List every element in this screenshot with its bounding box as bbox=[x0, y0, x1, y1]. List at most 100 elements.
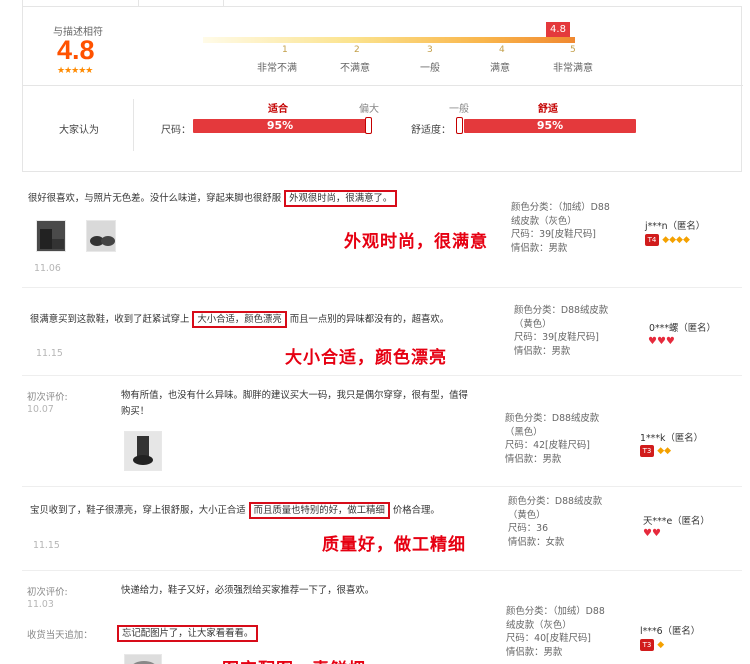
reviewer-badges: ♥♥ bbox=[643, 528, 661, 540]
reviewer-name[interactable]: j***n（匿名） bbox=[645, 218, 705, 232]
reviewer-badges: T3 ◆◆ bbox=[640, 445, 671, 457]
size-meter-handle bbox=[365, 117, 372, 134]
sku-attr: 颜色分类：（加绒）D88 bbox=[506, 606, 605, 617]
reviewer-name[interactable]: 0***螺（匿名） bbox=[649, 320, 716, 334]
review-text: 很好很喜欢，与照片无色差。没什么味道，穿起来脚也很舒服 外观很时尚，很满意了。 bbox=[28, 190, 468, 207]
review-text-body: 很好很喜欢，与照片无色差。没什么味道，穿起来脚也很舒服 bbox=[28, 193, 282, 204]
rating-score: 4.8 bbox=[57, 35, 95, 65]
comfort-avg-word: 一般 bbox=[449, 104, 469, 115]
comfort-meter-handle bbox=[456, 117, 463, 134]
review-photo-thumb[interactable] bbox=[124, 654, 162, 664]
sku-attr: 尺码：39[皮鞋尺码] bbox=[511, 229, 596, 240]
shoe-photo-icon bbox=[133, 661, 155, 664]
reviewer-badges: T4 ◆◆◆◆ bbox=[645, 234, 690, 246]
scale-num: 5 bbox=[570, 45, 576, 55]
review-text: 物有所值，也没有什么异味。脚胖的建议买大一码，我只是偶尔穿穿，很有型，值得购买！ bbox=[121, 390, 468, 417]
reviewer-badges: ♥♥♥ bbox=[648, 336, 675, 348]
rating-panel: 与描述相符 4.8 ★★★★★ 4.8 1 2 3 4 5 非常不满 不满意 一… bbox=[22, 7, 743, 172]
highlight-box: 大小合适，颜色漂亮 bbox=[192, 311, 287, 328]
scale-num: 1 bbox=[282, 45, 288, 55]
score-flag: 4.8 bbox=[546, 22, 570, 41]
sku-attr: （黑色） bbox=[505, 426, 543, 438]
sku-attrs: 颜色分类：D88绒皮款 （黑色） 尺码：42[皮鞋尺码] 情侣款：男款 bbox=[505, 412, 635, 466]
divider bbox=[22, 375, 742, 376]
reviewer-name[interactable]: 1***k（匿名） bbox=[640, 430, 703, 444]
review-item: 宝贝收到了，鞋子很漂亮，穿上很舒服，大小正合适 而且质量也特别的好，做工精细 价… bbox=[30, 502, 480, 519]
highlight-box: 外观很时尚，很满意了。 bbox=[284, 190, 398, 207]
user-level-icon: T3 bbox=[640, 445, 654, 457]
diamond-icon: ◆ bbox=[657, 640, 665, 650]
review-text: 忘记配图片了，让大家看看看。 bbox=[117, 625, 259, 642]
review-text: 快递给力，鞋子又好，必须强烈给买家推荐一下了，很喜欢。 bbox=[121, 585, 375, 596]
sku-attr: 尺码：40[皮鞋尺码] bbox=[506, 633, 591, 644]
scale-label: 非常不满 bbox=[257, 63, 297, 74]
divider bbox=[133, 99, 134, 151]
sku-attr: （黄色） bbox=[514, 318, 552, 330]
review-photo-thumb[interactable] bbox=[86, 220, 116, 252]
review-text: 很满意买到这款鞋，收到了赶紧试穿上 大小合适，颜色漂亮 而且一点别的异味都没有的… bbox=[30, 311, 470, 328]
reviewer-name[interactable]: l***6（匿名） bbox=[640, 623, 700, 637]
sku-attr: 绒皮款（灰色） bbox=[511, 215, 577, 227]
sku-attr: 情侣款：男款 bbox=[506, 646, 563, 658]
shoe-photo-icon bbox=[40, 229, 64, 249]
size-meter: 95% bbox=[193, 119, 367, 133]
sku-attr: 情侣款：男款 bbox=[511, 242, 568, 254]
first-review-label: 初次评价: bbox=[27, 587, 68, 598]
consensus-label: 大家认为 bbox=[59, 125, 99, 136]
sku-attr: 尺码：36 bbox=[508, 523, 549, 534]
sku-attr: 颜色分类：D88绒皮款 bbox=[508, 496, 603, 507]
size-fit-word: 适合 bbox=[268, 104, 288, 115]
review-item: 很满意买到这款鞋，收到了赶紧试穿上 大小合适，颜色漂亮 而且一点别的异味都没有的… bbox=[30, 311, 470, 328]
sku-attr: （黄色） bbox=[508, 509, 546, 521]
first-review-label: 初次评价: bbox=[27, 392, 68, 403]
review-photo-thumb[interactable] bbox=[36, 220, 66, 252]
divider bbox=[23, 85, 743, 86]
scale-label: 一般 bbox=[420, 63, 440, 74]
comfort-label: 舒适度： bbox=[411, 125, 451, 136]
highlight-box: 而且质量也特别的好，做工精细 bbox=[248, 502, 390, 519]
scale-label: 不满意 bbox=[340, 63, 370, 74]
review-date: 10.07 bbox=[27, 404, 54, 415]
size-big-word: 偏大 bbox=[359, 104, 379, 115]
comfort-meter: 95% bbox=[464, 119, 636, 133]
user-level-icon: T4 bbox=[645, 234, 659, 246]
review-date: 11.06 bbox=[34, 263, 61, 274]
divider bbox=[138, 0, 139, 7]
reviewer-name[interactable]: 天***e（匿名） bbox=[643, 513, 710, 527]
sku-attr: 颜色分类：D88绒皮款 bbox=[514, 305, 609, 316]
review-caption: 外观时尚，很满意 bbox=[344, 232, 488, 252]
heart-icon: ♥♥♥ bbox=[648, 336, 675, 347]
tab-strip bbox=[22, 0, 742, 7]
satisfaction-bar bbox=[203, 37, 575, 43]
review-text-body: 价格合理。 bbox=[392, 505, 440, 516]
scale-label: 非常满意 bbox=[553, 63, 593, 74]
sku-attr: 尺码：42[皮鞋尺码] bbox=[505, 440, 590, 451]
diamond-icon: ◆◆ bbox=[657, 446, 672, 456]
review-text-body: 很满意买到这款鞋，收到了赶紧试穿上 bbox=[30, 314, 190, 325]
review-photo-thumb[interactable] bbox=[124, 431, 162, 471]
review-date: 11.03 bbox=[27, 599, 54, 610]
comfort-word: 舒适 bbox=[538, 104, 558, 115]
divider bbox=[223, 0, 224, 7]
review-caption: 大小合适，颜色漂亮 bbox=[285, 348, 447, 368]
sku-attr: 绒皮款（灰色） bbox=[506, 619, 572, 631]
scale-num: 2 bbox=[354, 45, 360, 55]
sku-attr: 情侣款：女款 bbox=[508, 536, 565, 548]
reviewer-badges: T3 ◆ bbox=[640, 639, 664, 651]
review-item: 很好很喜欢，与照片无色差。没什么味道，穿起来脚也很舒服 外观很时尚，很满意了。 bbox=[28, 190, 468, 207]
highlight-box: 忘记配图片了，让大家看看看。 bbox=[117, 625, 259, 642]
sku-attrs: 颜色分类：D88绒皮款 （黄色） 尺码：39[皮鞋尺码] 情侣款：男款 bbox=[514, 304, 644, 358]
user-level-icon: T3 bbox=[640, 639, 654, 651]
append-review-label: 收货当天追加： bbox=[27, 630, 93, 641]
size-label: 尺码： bbox=[161, 125, 191, 136]
review-text: 宝贝收到了，鞋子很漂亮，穿上很舒服，大小正合适 而且质量也特别的好，做工精细 价… bbox=[30, 502, 480, 519]
scale-label: 满意 bbox=[490, 63, 510, 74]
sku-attr: 颜色分类：（加绒）D88 bbox=[511, 202, 610, 213]
heart-icon: ♥♥ bbox=[643, 528, 661, 539]
sku-attrs: 颜色分类：（加绒）D88 绒皮款（灰色） 尺码：40[皮鞋尺码] 情侣款：男款 bbox=[506, 605, 636, 659]
scale-num: 4 bbox=[499, 45, 505, 55]
sku-attr: 颜色分类：D88绒皮款 bbox=[505, 413, 600, 424]
scale-num: 3 bbox=[427, 45, 433, 55]
divider bbox=[22, 486, 742, 487]
diamond-icon: ◆◆◆◆ bbox=[662, 235, 690, 245]
